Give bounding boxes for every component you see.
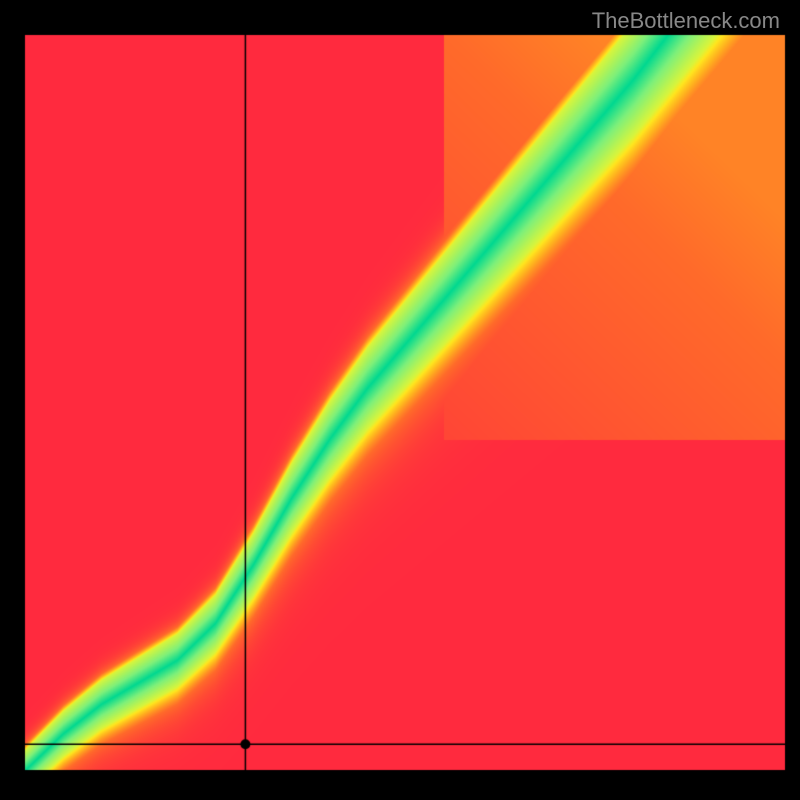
bottleneck-heatmap bbox=[0, 0, 800, 800]
watermark-text: TheBottleneck.com bbox=[592, 8, 780, 34]
chart-container: TheBottleneck.com bbox=[0, 0, 800, 800]
